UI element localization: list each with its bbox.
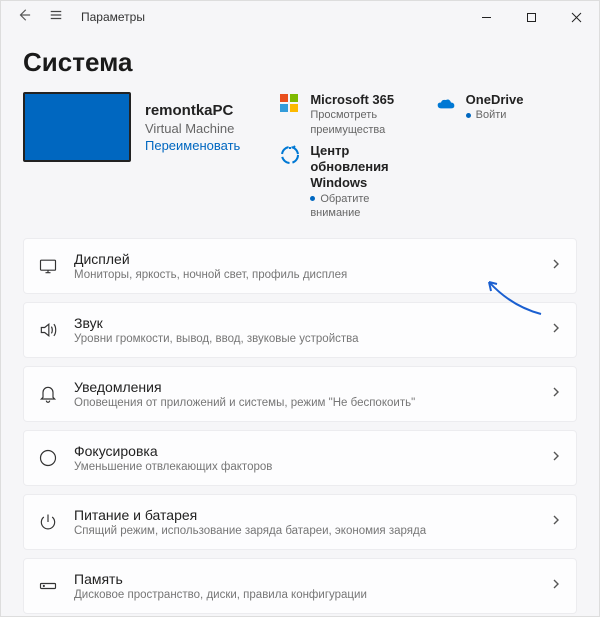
tile-title: OneDrive (466, 92, 524, 108)
titlebar: Параметры (1, 1, 599, 33)
row-sub: Уменьшение отвлекающих факторов (74, 461, 534, 473)
row-title: Дисплей (74, 251, 534, 267)
settings-row-display[interactable]: Дисплей Мониторы, яркость, ночной свет, п… (23, 238, 577, 294)
chevron-right-icon (550, 257, 562, 275)
chevron-right-icon (550, 321, 562, 339)
device-type: Virtual Machine (145, 121, 240, 136)
ms365-icon (280, 94, 300, 114)
settings-row-storage[interactable]: Память Дисковое пространство, диски, прав… (23, 558, 577, 614)
row-title: Звук (74, 315, 534, 331)
hamburger-icon[interactable] (49, 8, 63, 27)
row-title: Питание и батарея (74, 507, 534, 523)
display-icon (38, 256, 58, 276)
tile-sub: Войти (466, 108, 524, 122)
notifications-icon (38, 384, 58, 404)
settings-row-notifications[interactable]: Уведомления Оповещения от приложений и си… (23, 366, 577, 422)
onedrive-icon (436, 94, 456, 114)
chevron-right-icon (550, 385, 562, 403)
row-title: Память (74, 571, 534, 587)
tile-windows-update[interactable]: Центр обновления Windows Обратите вниман… (280, 143, 421, 220)
tile-title: Центр обновления Windows (310, 143, 421, 192)
row-title: Уведомления (74, 379, 534, 395)
row-sub: Спящий режим, использование заряда батар… (74, 525, 534, 537)
window-title: Параметры (81, 10, 145, 24)
sound-icon (38, 320, 58, 340)
row-title: Фокусировка (74, 443, 534, 459)
device-name: remontkaPC (145, 102, 240, 119)
tile-sub: Просмотреть преимущества (310, 108, 421, 137)
settings-row-focus[interactable]: Фокусировка Уменьшение отвлекающих фактор… (23, 430, 577, 486)
tile-title: Microsoft 365 (310, 92, 421, 108)
windows-update-icon (280, 145, 300, 165)
row-sub: Мониторы, яркость, ночной свет, профиль … (74, 269, 534, 281)
maximize-button[interactable] (509, 1, 554, 33)
settings-row-power[interactable]: Питание и батарея Спящий режим, использов… (23, 494, 577, 550)
device-thumbnail (23, 92, 131, 162)
rename-link[interactable]: Переименовать (145, 138, 240, 153)
settings-row-sound[interactable]: Звук Уровни громкости, вывод, ввод, звуко… (23, 302, 577, 358)
system-header: remontkaPC Virtual Machine Переименовать… (23, 92, 577, 220)
focus-icon (38, 448, 58, 468)
minimize-button[interactable] (464, 1, 509, 33)
tile-sub: Обратите внимание (310, 192, 421, 221)
page-title: Система (23, 47, 577, 78)
chevron-right-icon (550, 577, 562, 595)
chevron-right-icon (550, 513, 562, 531)
back-icon[interactable] (17, 8, 31, 27)
power-icon (38, 512, 58, 532)
chevron-right-icon (550, 449, 562, 467)
tile-onedrive[interactable]: OneDrive Войти (436, 92, 577, 137)
row-sub: Дисковое пространство, диски, правила ко… (74, 589, 534, 601)
tile-ms365[interactable]: Microsoft 365 Просмотреть преимущества (280, 92, 421, 137)
settings-list: Дисплей Мониторы, яркость, ночной свет, п… (23, 238, 577, 614)
close-button[interactable] (554, 1, 599, 33)
row-sub: Оповещения от приложений и системы, режи… (74, 397, 534, 409)
row-sub: Уровни громкости, вывод, ввод, звуковые … (74, 333, 534, 345)
storage-icon (38, 576, 58, 596)
